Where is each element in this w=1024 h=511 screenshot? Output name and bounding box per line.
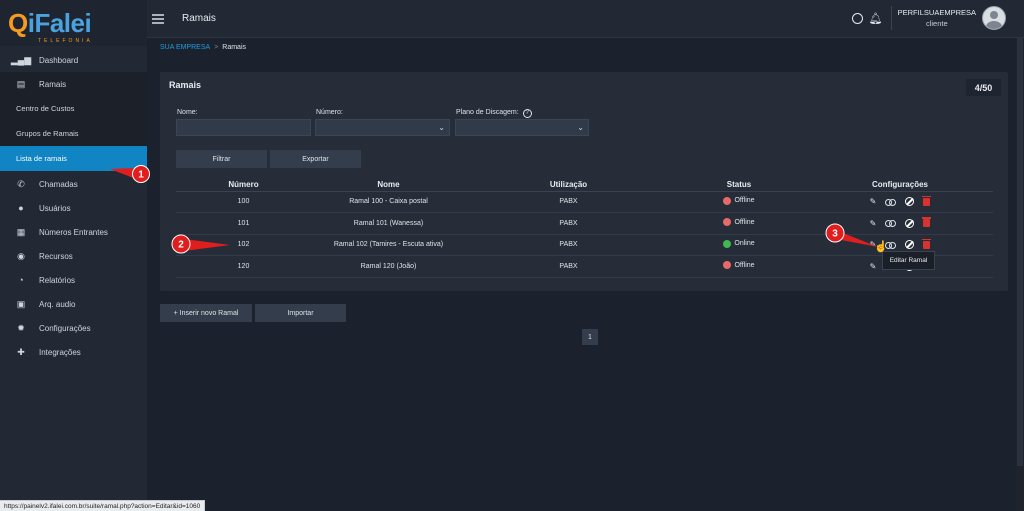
bell-icon[interactable]: 🔔︎ xyxy=(869,12,883,25)
sidebar-subitem-centro-de-custos[interactable]: Centro de Custos xyxy=(0,96,147,121)
database-icon: ◉ xyxy=(17,250,25,261)
svg-text:2: 2 xyxy=(178,240,184,251)
block-icon[interactable] xyxy=(905,218,915,228)
sidebar-item-arq-audio[interactable]: ▣ Arq. audio xyxy=(0,292,147,316)
col-status: Status xyxy=(671,179,807,192)
numero-label: Número: xyxy=(316,109,343,116)
inserir-novo-ramal-button[interactable]: + Inserir novo Ramal xyxy=(160,304,252,322)
phone-icon: ✆ xyxy=(17,178,25,189)
status-dot-icon xyxy=(723,239,732,248)
sidebar-item-relatorios[interactable]: ◔ Relatórios xyxy=(0,268,147,292)
ramais-card: Ramais 4/50 Nome: Número: ⌄ Plano de Dis… xyxy=(160,72,1008,291)
breadcrumb-current: Ramais xyxy=(222,44,247,51)
status-dot-icon xyxy=(723,261,732,270)
annotation-marker-1: 1 xyxy=(110,165,150,183)
annotation-marker-3: 3 xyxy=(825,223,878,247)
status-badge: Online xyxy=(723,239,755,248)
chevron-down-icon: ⌄ xyxy=(438,123,445,132)
nome-label: Nome: xyxy=(177,109,198,116)
logo[interactable]: QiFalei TELEFONIA xyxy=(0,0,147,46)
exportar-button[interactable]: Exportar xyxy=(270,150,361,168)
breadcrumb: SUA EMPRESA > Ramais xyxy=(160,44,247,51)
voicemail-icon[interactable] xyxy=(885,220,897,228)
nome-input[interactable] xyxy=(176,119,311,136)
status-url-bar: https://painelv2.ifalei.com.br/suite/ram… xyxy=(0,500,206,511)
trash-icon[interactable] xyxy=(922,195,932,206)
gear-icon: ✹ xyxy=(17,322,25,333)
edit-icon[interactable]: ✎ xyxy=(870,262,877,271)
voicemail-icon[interactable] xyxy=(885,198,897,206)
help-icon[interactable]: ? xyxy=(522,109,532,118)
keypad-icon: ▦ xyxy=(16,226,26,237)
profile-name: PERFILSUAEMPRESA xyxy=(897,8,976,17)
sidebar-item-dashboard[interactable]: ▂▄▆ Dashboard xyxy=(0,48,147,72)
edit-ramal-tooltip: Editar Ramal xyxy=(882,251,935,270)
globe-icon[interactable] xyxy=(851,12,863,24)
status-dot-icon xyxy=(723,196,732,205)
count-badge: 4/50 xyxy=(966,79,1001,96)
audio-file-icon: ▣ xyxy=(16,298,26,309)
col-configuracoes: Configurações xyxy=(807,179,993,192)
table-row: 100 Ramal 100 - Caixa postal PABX Offlin… xyxy=(176,191,993,213)
sidebar-subitem-grupos-de-ramais[interactable]: Grupos de Ramais xyxy=(0,121,147,146)
chart-icon: ▂▄▆ xyxy=(10,54,32,65)
table-row: 120 Ramal 120 (João) PABX Offline ✎ xyxy=(176,255,993,278)
breadcrumb-company[interactable]: SUA EMPRESA xyxy=(160,44,210,51)
svg-text:3: 3 xyxy=(832,229,838,240)
block-icon[interactable] xyxy=(905,197,915,207)
svg-text:1: 1 xyxy=(138,170,144,181)
profile-role: cliente xyxy=(925,19,948,28)
sidebar-item-configuracoes[interactable]: ✹ Configurações xyxy=(0,316,147,340)
profile-info[interactable]: PERFILSUAEMPRESA cliente xyxy=(898,8,976,28)
filtrar-button[interactable]: Filtrar xyxy=(176,150,267,168)
status-dot-icon xyxy=(723,218,732,227)
address-book-icon: ▤ xyxy=(16,78,26,89)
status-badge: Offline xyxy=(723,218,755,227)
status-badge: Offline xyxy=(723,261,755,270)
chevron-down-icon: ⌄ xyxy=(577,123,584,132)
sidebar-item-integracoes[interactable]: ✚ Integrações xyxy=(0,340,147,364)
pie-chart-icon: ◔ xyxy=(18,275,24,285)
puzzle-icon: ✚ xyxy=(17,346,25,357)
hamburger-menu-icon[interactable] xyxy=(152,13,164,24)
block-icon[interactable] xyxy=(905,240,915,250)
page-title: Ramais xyxy=(182,13,216,24)
sidebar-item-recursos[interactable]: ◉ Recursos xyxy=(0,244,147,268)
sidebar-item-numeros-entrantes[interactable]: ▦ Números Entrantes xyxy=(0,220,147,244)
plano-select[interactable]: ⌄ xyxy=(455,119,589,136)
sidebar: QiFalei TELEFONIA ▂▄▆ Dashboard ▤ Ramais… xyxy=(0,0,147,511)
avatar[interactable] xyxy=(982,6,1006,30)
annotation-marker-2: 2 xyxy=(171,234,230,254)
topbar: Ramais 🔔︎ PERFILSUAEMPRESA cliente xyxy=(147,0,1024,38)
numero-select[interactable]: ⌄ xyxy=(315,119,450,136)
col-nome: Nome xyxy=(311,179,466,192)
plano-label: Plano de Discagem: xyxy=(456,109,519,116)
col-numero: Número xyxy=(176,179,311,192)
col-utilizacao: Utilização xyxy=(466,179,671,192)
sidebar-item-ramais[interactable]: ▤ Ramais xyxy=(0,72,147,96)
edit-icon[interactable]: ✎ xyxy=(870,197,877,206)
pagination-page-1[interactable]: 1 xyxy=(582,329,598,345)
user-icon: ● xyxy=(18,203,24,213)
status-badge: Offline xyxy=(723,196,755,205)
importar-button[interactable]: Importar xyxy=(255,304,346,322)
scrollbar[interactable] xyxy=(1016,38,1024,511)
sidebar-item-usuarios[interactable]: ● Usuários xyxy=(0,196,147,220)
trash-icon[interactable] xyxy=(922,217,932,228)
card-title: Ramais xyxy=(169,80,202,90)
trash-icon[interactable] xyxy=(922,238,932,249)
